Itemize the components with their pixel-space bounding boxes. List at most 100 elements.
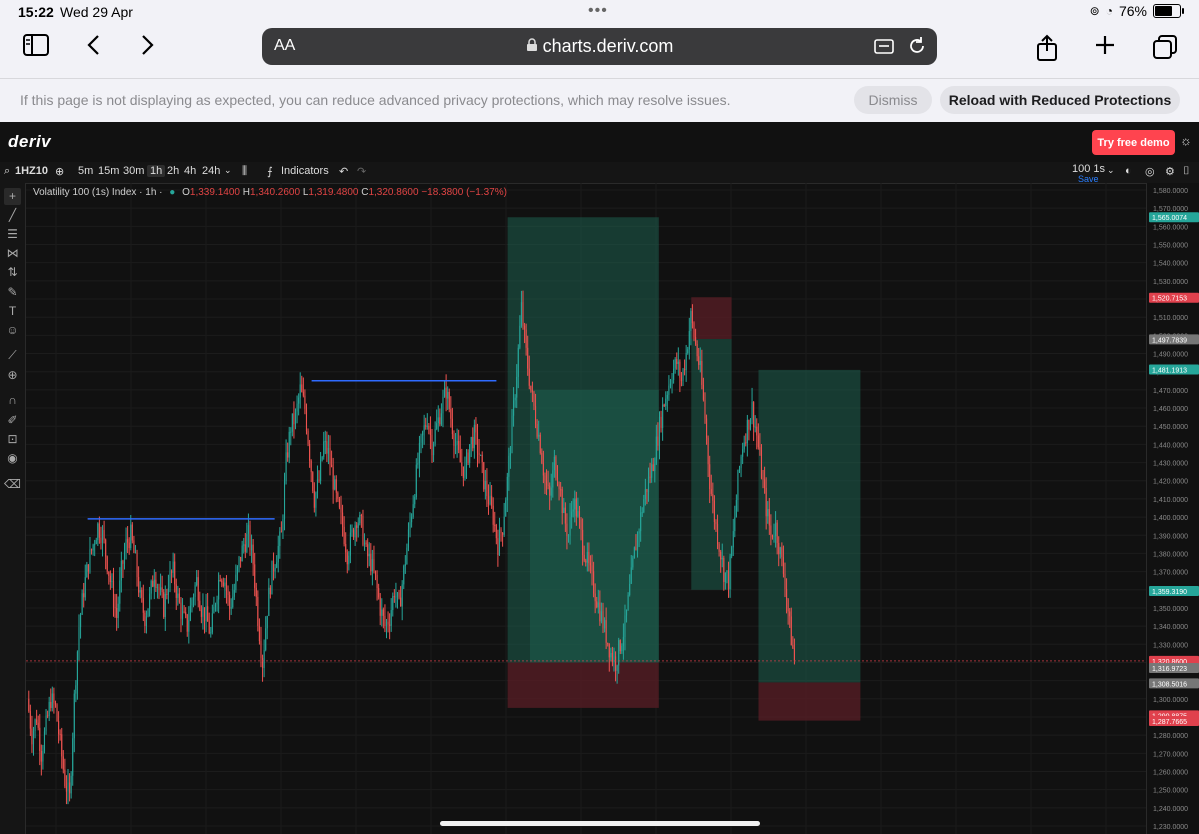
share-icon[interactable] <box>1035 34 1059 61</box>
candle <box>525 329 527 348</box>
tf-15m[interactable]: 15m <box>98 165 119 177</box>
candle <box>469 444 471 463</box>
zoom-icon[interactable]: ⊕ <box>4 367 21 384</box>
ruler-icon[interactable]: ⟋ <box>4 347 21 364</box>
tf-30m[interactable]: 30m <box>123 165 144 177</box>
indicators-button[interactable]: Indicators <box>281 165 329 177</box>
theme-toggle-icon[interactable]: ☼ <box>1180 133 1192 148</box>
chart-settings-icon[interactable]: ◐ <box>1125 165 1132 177</box>
tf-dropdown-icon[interactable]: ⌄ <box>224 165 232 176</box>
candle <box>185 612 187 615</box>
tick-dropdown-icon[interactable]: ⌄ <box>1107 165 1115 176</box>
tf-24h[interactable]: 24h <box>202 165 220 177</box>
price-tick: 1,530.0000 <box>1153 279 1188 286</box>
gear-icon[interactable]: ⚙ <box>1165 165 1175 178</box>
candle <box>567 535 570 537</box>
candle <box>522 302 524 326</box>
status-dot-icon: ● <box>169 187 176 198</box>
deriv-logo[interactable]: deriv <box>8 132 51 152</box>
privacy-banner: If this page is not displaying as expect… <box>0 78 1199 123</box>
candle <box>636 533 639 551</box>
candle <box>340 507 342 513</box>
candle <box>218 579 220 600</box>
candle <box>390 610 392 626</box>
sidebar-icon[interactable] <box>22 34 50 60</box>
pencil-lock-icon[interactable]: ✐ <box>4 412 21 429</box>
home-indicator[interactable] <box>440 821 760 826</box>
candle <box>92 544 94 551</box>
candle <box>451 418 453 435</box>
emoji-icon[interactable]: ☺ <box>4 322 21 339</box>
candle <box>770 525 772 535</box>
eye-icon[interactable]: ◉ <box>4 450 21 467</box>
tabs-icon[interactable] <box>1151 34 1179 60</box>
try-free-demo-button[interactable]: Try free demo <box>1092 130 1175 155</box>
candle <box>80 614 82 628</box>
tf-4h[interactable]: 4h <box>184 165 196 177</box>
lock-drawings-icon[interactable]: ⊡ <box>4 431 21 448</box>
candle <box>368 553 370 557</box>
candle <box>685 353 687 371</box>
candle <box>481 454 483 463</box>
trash-icon[interactable]: ⌫ <box>4 476 21 493</box>
tf-5m[interactable]: 5m <box>78 165 93 177</box>
candle <box>691 311 693 324</box>
redo-icon[interactable]: ↷ <box>357 165 366 178</box>
camera-icon[interactable]: ⌷ <box>1183 165 1190 178</box>
position-icon[interactable]: ⇅ <box>4 264 21 281</box>
brush-icon[interactable]: ✎ <box>4 284 21 301</box>
candle <box>684 369 686 371</box>
candle <box>199 600 201 610</box>
address-bar[interactable]: AA charts.deriv.com <box>262 28 937 65</box>
text-icon[interactable]: T <box>4 303 21 320</box>
reload-reduced-protections-button[interactable]: Reload with Reduced Protections <box>940 86 1180 114</box>
undo-icon[interactable]: ↶ <box>339 165 348 178</box>
multitasking-dots-icon[interactable]: ••• <box>588 2 608 20</box>
crosshair-icon[interactable]: + <box>4 188 21 205</box>
new-tab-icon[interactable] <box>1093 34 1117 60</box>
candle <box>447 391 449 399</box>
candle <box>652 464 654 471</box>
reload-icon[interactable] <box>907 35 927 62</box>
tf-2h[interactable]: 2h <box>167 165 179 177</box>
candle <box>191 599 193 606</box>
candle-type-icon[interactable]: ⫼ <box>242 165 247 178</box>
candle <box>207 606 209 622</box>
candle <box>680 377 683 382</box>
indicators-icon[interactable]: ⨍ <box>267 165 273 178</box>
tf-1h[interactable]: 1h <box>147 165 166 177</box>
candle <box>454 444 457 446</box>
wifi-icon: ◔ <box>1105 4 1113 18</box>
candle <box>381 609 383 616</box>
fib-icon[interactable]: ☰ <box>4 226 21 243</box>
trendline-icon[interactable]: ╱ <box>4 207 21 224</box>
candle <box>779 547 781 555</box>
candle <box>401 584 403 607</box>
price-tick: 1,410.0000 <box>1153 497 1188 504</box>
symbol-search-icon[interactable]: ⌕ <box>4 165 10 178</box>
dismiss-button[interactable]: Dismiss <box>854 86 932 114</box>
extension-icon[interactable] <box>873 36 895 61</box>
symbol-label[interactable]: 1HZ10 <box>15 165 48 177</box>
candle <box>443 387 446 397</box>
candle <box>677 361 679 364</box>
magnet-icon[interactable]: ∩ <box>4 392 21 409</box>
deriv-header: deriv Try free demo ☼ <box>0 122 1199 163</box>
price-axis[interactable]: 1,580.0000 1,570.0000 1,560.0000 1,550.0000… <box>1146 183 1199 834</box>
back-icon[interactable] <box>84 34 104 60</box>
candle <box>225 582 228 591</box>
candle <box>318 479 320 481</box>
candle <box>608 643 610 658</box>
forward-icon[interactable] <box>137 34 157 60</box>
compare-icon[interactable]: ⊕ <box>55 165 64 178</box>
candle <box>676 359 678 364</box>
price-chart[interactable] <box>26 183 1146 834</box>
candle <box>572 509 574 512</box>
candle <box>571 511 573 518</box>
candle <box>743 442 745 450</box>
candle <box>233 589 235 597</box>
candle <box>654 463 656 471</box>
pattern-icon[interactable]: ⋈ <box>4 245 21 262</box>
target-icon[interactable]: ◎ <box>1145 165 1155 178</box>
candle <box>155 579 157 588</box>
